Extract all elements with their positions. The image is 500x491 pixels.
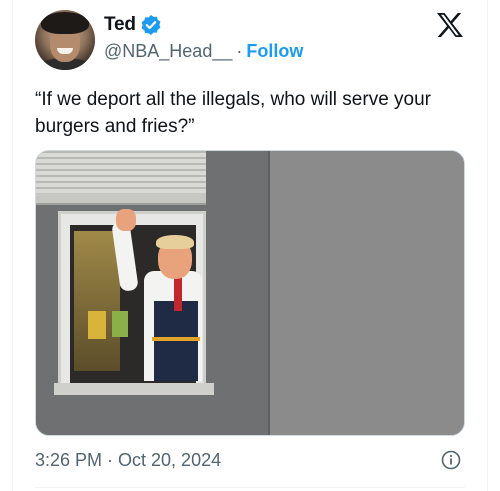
user-handle[interactable]: @NBA_Head__ [104, 41, 232, 61]
info-icon[interactable] [441, 450, 461, 470]
tweet-photo[interactable] [35, 150, 465, 436]
verified-badge-icon [141, 15, 161, 35]
separator-dot: · [236, 41, 243, 61]
display-name[interactable]: Ted [104, 14, 136, 36]
divider [35, 487, 465, 488]
x-logo-icon[interactable] [436, 12, 464, 38]
tweet-text: “If we deport all the illegals, who will… [35, 89, 432, 137]
follow-button[interactable]: Follow [246, 41, 303, 61]
avatar[interactable] [35, 10, 95, 70]
tweet-timestamp[interactable]: 3:26 PM · Oct 20, 2024 [35, 450, 221, 471]
handle-row: @NBA_Head__ · Follow [104, 41, 303, 62]
